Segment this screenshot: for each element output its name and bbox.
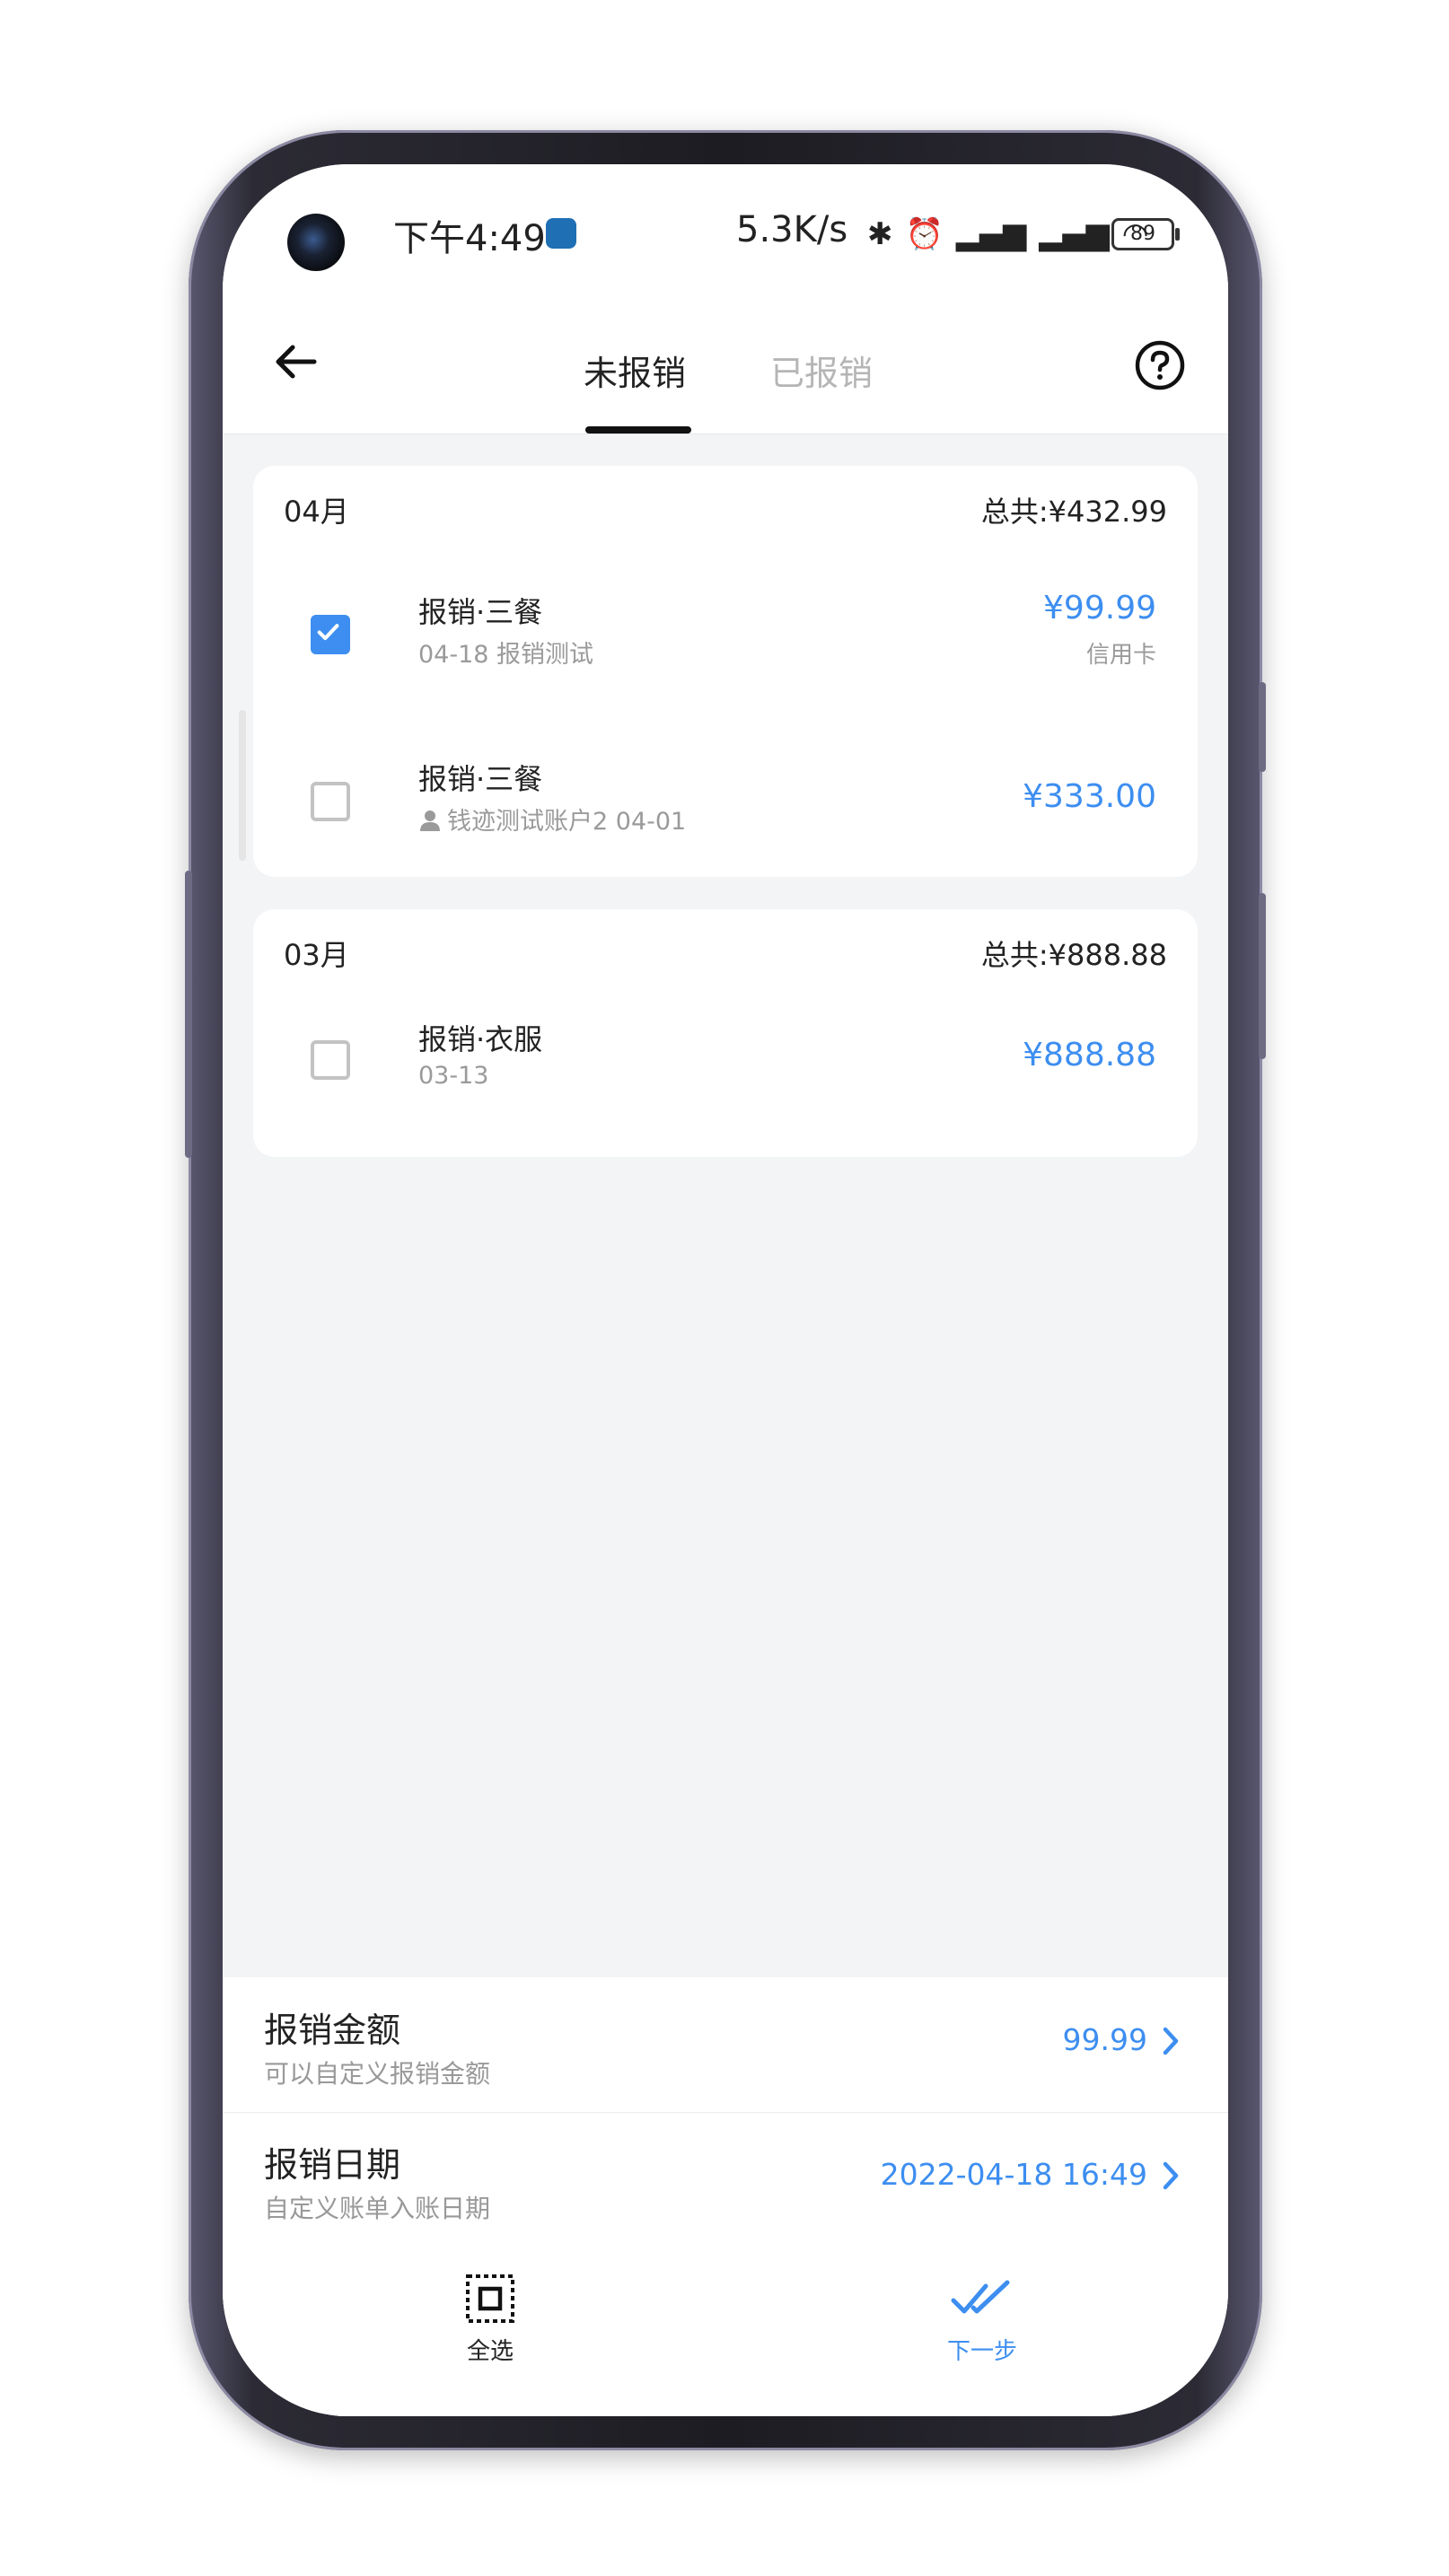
side-button-top xyxy=(1259,682,1266,772)
item-title: 报销·三餐 xyxy=(418,762,543,796)
help-icon[interactable] xyxy=(1134,339,1186,391)
volume-button xyxy=(185,871,192,1158)
item-amount: ¥99.99 xyxy=(1043,590,1156,626)
setting-title: 报销金额 xyxy=(264,2011,401,2050)
next-step-label: 下一步 xyxy=(946,2338,1017,2365)
reimburse-amount-setting[interactable]: 报销金额 可以自定义报销金额 99.99 xyxy=(223,1977,1228,2113)
select-all-button[interactable]: 全选 xyxy=(427,2274,553,2366)
month-card-april: 04月 总共:¥432.99 报销·三餐 04-18 报销测试 ¥99.99 信… xyxy=(253,466,1198,877)
setting-title: 报销日期 xyxy=(264,2145,401,2185)
list-item[interactable]: 报销·衣服 03-13 ¥888.88 xyxy=(253,999,1198,1143)
setting-value: 99.99 xyxy=(1062,2022,1147,2057)
screen: 下午4:49 5.3K/s ✱ ⏰ ▂▄▆ ▂▄▆ ◠ 89 未报销 已报销 0… xyxy=(223,164,1228,2416)
setting-subtitle: 可以自定义报销金额 xyxy=(264,2059,491,2089)
item-subtitle: 03-13 xyxy=(418,1062,489,1090)
status-bar: 下午4:49 5.3K/s ✱ ⏰ ▂▄▆ ▂▄▆ ◠ 89 xyxy=(223,164,1228,299)
month-total: 总共:¥432.99 xyxy=(980,495,1167,529)
month-total: 总共:¥888.88 xyxy=(980,938,1167,972)
item-title: 报销·三餐 xyxy=(418,595,543,629)
month-label: 03月 xyxy=(284,938,349,972)
setting-subtitle: 自定义账单入账日期 xyxy=(264,2194,491,2223)
check-icon xyxy=(317,624,339,641)
scroll-indicator xyxy=(239,710,246,861)
power-button xyxy=(1259,893,1266,1059)
reimburse-date-setting[interactable]: 报销日期 自定义账单入账日期 2022-04-18 16:49 xyxy=(223,2112,1228,2247)
item-payment-method: 信用卡 xyxy=(1085,642,1156,669)
tab-unreimbursed[interactable]: 未报销 xyxy=(584,346,686,395)
item-subtitle: 04-18 报销测试 xyxy=(418,641,594,669)
app-notification-icon xyxy=(546,218,576,249)
battery-icon: 89 xyxy=(1111,218,1180,250)
select-all-label: 全选 xyxy=(466,2338,514,2365)
item-amount: ¥333.00 xyxy=(1023,778,1156,815)
select-all-icon xyxy=(466,2274,514,2323)
bottom-panel: 报销金额 可以自定义报销金额 99.99 报销日期 自定义账单入账日期 2022… xyxy=(223,1977,1228,2416)
front-camera xyxy=(287,214,345,271)
bottom-action-bar: 全选 下一步 xyxy=(223,2247,1228,2416)
chevron-right-icon xyxy=(1163,2161,1179,2190)
list-item[interactable]: 报销·三餐 钱迹测试账户2 04-01 ¥333.00 xyxy=(253,732,1198,875)
signal-icon-2: ▂▄▆ xyxy=(1039,216,1110,252)
item-amount: ¥888.88 xyxy=(1023,1037,1156,1073)
item-checkbox-checked[interactable] xyxy=(311,615,350,654)
item-subtitle-wrap: 钱迹测试账户2 04-01 xyxy=(418,802,686,837)
item-subtitle: 钱迹测试账户2 04-01 xyxy=(447,808,687,836)
alarm-icon: ⏰ xyxy=(905,216,944,252)
status-icons: ✱ ⏰ ▂▄▆ ▂▄▆ ◠ xyxy=(867,215,1148,254)
month-card-march: 03月 总共:¥888.88 报销·衣服 03-13 ¥888.88 xyxy=(253,909,1198,1157)
network-speed: 5.3K/s xyxy=(736,209,848,250)
phone-frame: 下午4:49 5.3K/s ✱ ⏰ ▂▄▆ ▂▄▆ ◠ 89 未报销 已报销 0… xyxy=(185,130,1266,2450)
item-checkbox[interactable] xyxy=(311,1040,350,1080)
item-checkbox[interactable] xyxy=(311,782,350,821)
user-icon xyxy=(420,810,440,831)
list-item[interactable]: 报销·三餐 04-18 报销测试 ¥99.99 信用卡 xyxy=(253,563,1198,706)
status-time: 下午4:49 xyxy=(393,218,546,259)
setting-value: 2022-04-18 16:49 xyxy=(880,2157,1147,2192)
item-title: 报销·衣服 xyxy=(418,1022,543,1056)
month-label: 04月 xyxy=(284,495,349,529)
next-step-button[interactable]: 下一步 xyxy=(919,2274,1045,2366)
chevron-right-icon xyxy=(1163,2027,1179,2055)
back-arrow-icon[interactable] xyxy=(269,335,323,389)
battery-level: 89 xyxy=(1130,223,1155,245)
double-check-icon xyxy=(951,2280,1010,2314)
bluetooth-icon: ✱ xyxy=(867,216,893,252)
signal-icon: ▂▄▆ xyxy=(955,216,1027,252)
tab-reimbursed[interactable]: 已报销 xyxy=(770,346,873,395)
nav-bar: 未报销 已报销 xyxy=(223,299,1228,434)
active-tab-indicator xyxy=(585,426,691,434)
